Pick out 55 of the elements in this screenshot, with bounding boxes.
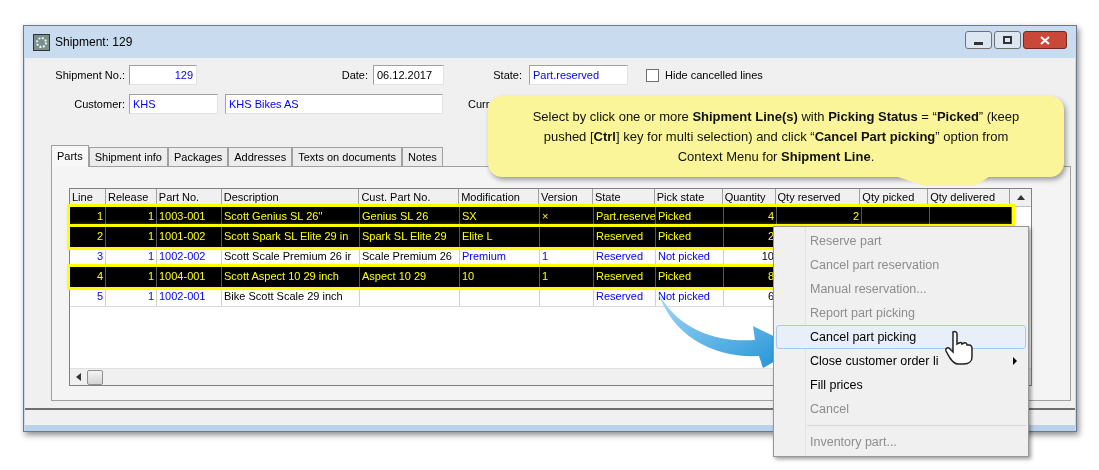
close-button[interactable] xyxy=(1023,31,1067,49)
table-cell: 1 xyxy=(540,267,594,287)
field-label: Date: xyxy=(340,67,368,83)
table-cell: Reserved xyxy=(594,227,656,247)
hand-cursor-icon xyxy=(944,330,974,366)
shipment-number-field[interactable]: 129 xyxy=(129,65,197,85)
state-field[interactable]: Part.reserved xyxy=(529,65,628,85)
tab[interactable]: Parts xyxy=(51,145,89,167)
table-cell: 10 xyxy=(460,267,540,287)
close-icon xyxy=(1040,35,1050,45)
table-cell: 1004-001 xyxy=(157,267,222,287)
scrollbar-thumb[interactable] xyxy=(87,369,103,385)
callout-text: Select by click one or more Shipment Line(s) with Picking Status = “Picked” (keep pushed [Ctrl] key for multi selection) and click “Cancel Part picking” option from Context Menu for Shipment Line. xyxy=(531,107,1021,166)
customer-code-field[interactable]: KHS xyxy=(129,94,218,114)
tab[interactable]: Notes xyxy=(402,147,443,166)
field-label: Shipment No.: xyxy=(54,67,125,83)
checkbox-label: Hide cancelled lines xyxy=(665,67,763,83)
customer-name-field[interactable]: KHS Bikes AS xyxy=(225,94,443,114)
date-field[interactable]: 06.12.2017 xyxy=(373,65,444,85)
tab[interactable]: Addresses xyxy=(228,147,293,166)
minimize-button[interactable] xyxy=(965,31,992,49)
tab[interactable]: Shipment info xyxy=(88,147,168,166)
submenu-arrow-icon xyxy=(1013,357,1017,365)
table-cell: 1002-001 xyxy=(157,287,222,306)
app-icon xyxy=(33,33,50,51)
table-cell: 4 xyxy=(70,267,106,287)
tab[interactable]: Texts on documents xyxy=(292,147,403,166)
hide-cancelled-checkbox[interactable] xyxy=(646,68,659,82)
window-title: Shipment: 129 xyxy=(55,34,133,51)
maximize-button[interactable] xyxy=(994,31,1021,49)
table-cell: 1 xyxy=(106,267,157,287)
table-cell: Aspect 10 29 xyxy=(360,267,460,287)
table-cell: Scott Spark SL Elite 29 in xyxy=(222,227,360,247)
table-cell: 1 xyxy=(106,227,157,247)
field-label: Curr xyxy=(468,96,490,112)
table-cell: Elite L xyxy=(460,227,540,247)
table-cell: Scott Aspect 10 29 inch xyxy=(222,267,360,287)
menu-item[interactable]: Close customer order li xyxy=(776,349,1026,373)
menu-item[interactable]: Cancel part picking xyxy=(776,325,1026,349)
table-cell: Picked xyxy=(656,267,724,287)
table-cell: Bike Scott Scale 29 inch xyxy=(222,287,360,306)
table-cell: 1001-002 xyxy=(157,227,222,247)
table-cell: 5 xyxy=(70,287,106,306)
table-cell: Picked xyxy=(656,227,724,247)
field-label: Customer: xyxy=(73,96,125,112)
table-cell: Reserved xyxy=(594,267,656,287)
menu-item[interactable]: Fill prices xyxy=(776,373,1026,397)
scroll-left-arrow-icon[interactable] xyxy=(76,373,81,381)
table-cell: 2 xyxy=(70,227,106,247)
table-cell: 1 xyxy=(106,287,157,306)
table-cell: Spark SL Elite 29 xyxy=(360,227,460,247)
table-cell: Reserved xyxy=(594,287,656,306)
table-row[interactable]: 1 1 1003-001 Scott Genius SL 26'' Genius SL 26 SX × Part.reserve Picked 4 2 xyxy=(70,207,1012,227)
field-label: State: xyxy=(492,67,522,83)
tab[interactable]: Packages xyxy=(167,147,229,166)
